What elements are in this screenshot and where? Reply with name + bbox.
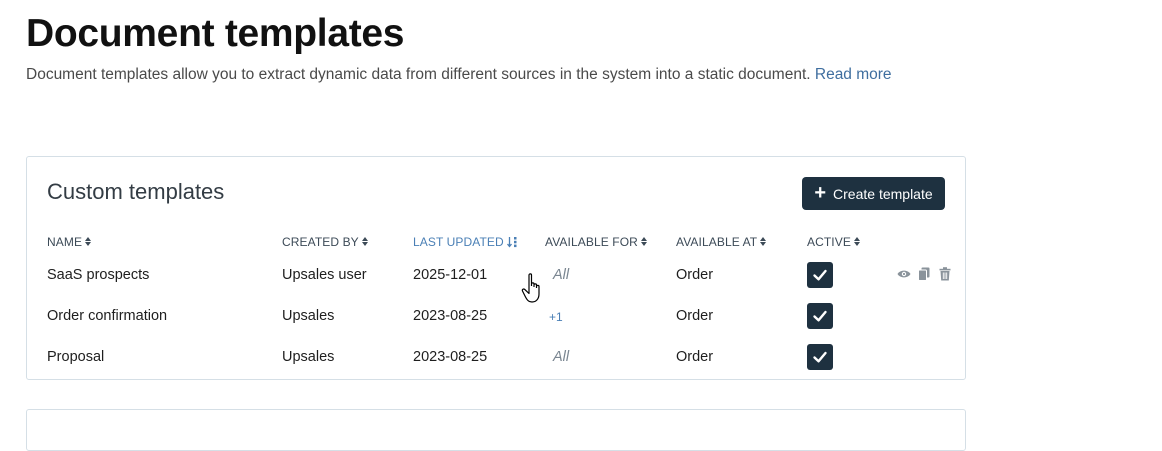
copy-icon[interactable] <box>918 267 931 281</box>
description-text: Document templates allow you to extract … <box>26 66 811 83</box>
column-header-active-label: ACTIVE <box>807 235 851 249</box>
available-for[interactable]: +1 <box>549 310 563 324</box>
available-for: All <box>553 267 570 283</box>
last-updated: 2023-08-25 <box>413 349 488 365</box>
table-row[interactable]: SaaS prospects Upsales user 2025-12-01 A… <box>27 257 965 295</box>
created-by: Upsales <box>282 308 335 324</box>
available-for: All <box>553 349 570 365</box>
column-header-available-at[interactable]: AVAILABLE AT <box>676 235 767 249</box>
column-header-available-for[interactable]: AVAILABLE FOR <box>545 235 648 249</box>
checkmark-icon <box>813 351 827 363</box>
trash-icon[interactable] <box>939 267 952 281</box>
checkmark-icon <box>813 269 827 281</box>
column-header-name[interactable]: NAME <box>47 235 92 249</box>
column-header-available-at-label: AVAILABLE AT <box>676 235 758 249</box>
column-header-active[interactable]: ACTIVE <box>807 235 861 249</box>
active-checkbox[interactable] <box>807 344 833 370</box>
column-header-created-by-label: CREATED BY <box>282 235 359 249</box>
page-description: Document templates allow you to extract … <box>26 66 892 84</box>
template-name: Proposal <box>47 349 105 365</box>
available-at: Order <box>676 349 714 365</box>
next-section-card <box>26 409 966 451</box>
sort-icon <box>854 237 861 247</box>
create-template-label: Create template <box>833 185 933 202</box>
sort-desc-icon <box>506 237 517 248</box>
template-name: SaaS prospects <box>47 267 150 283</box>
last-updated: 2025-12-01 <box>413 267 488 283</box>
column-header-last-updated[interactable]: LAST UPDATED <box>413 235 518 249</box>
row-actions <box>897 267 952 281</box>
sort-icon <box>362 237 369 247</box>
custom-templates-title: Custom templates <box>47 179 225 204</box>
active-checkbox[interactable] <box>807 262 833 288</box>
checkmark-icon <box>813 310 827 322</box>
available-at: Order <box>676 267 714 283</box>
plus-icon: + <box>814 181 827 204</box>
read-more-link[interactable]: Read more <box>815 66 892 83</box>
last-updated: 2023-08-25 <box>413 308 488 324</box>
column-header-name-label: NAME <box>47 235 83 249</box>
available-at: Order <box>676 308 714 324</box>
created-by: Upsales user <box>282 267 367 283</box>
create-template-button[interactable]: + Create template <box>802 177 945 210</box>
eye-icon[interactable] <box>897 267 911 281</box>
custom-templates-card: Custom templates + Create template NAME … <box>26 156 966 380</box>
sort-icon <box>641 237 648 247</box>
sort-icon <box>760 237 767 247</box>
template-name: Order confirmation <box>47 308 168 324</box>
created-by: Upsales <box>282 349 335 365</box>
sort-icon <box>85 237 92 247</box>
active-checkbox[interactable] <box>807 303 833 329</box>
column-header-available-for-label: AVAILABLE FOR <box>545 235 638 249</box>
column-header-created-by[interactable]: CREATED BY <box>282 235 369 249</box>
column-header-last-updated-label: LAST UPDATED <box>413 235 504 249</box>
page-title: Document templates <box>26 12 405 55</box>
table-row[interactable]: Order confirmation Upsales 2023-08-25 +1… <box>27 298 965 336</box>
table-row[interactable]: Proposal Upsales 2023-08-25 All Order <box>27 339 965 377</box>
